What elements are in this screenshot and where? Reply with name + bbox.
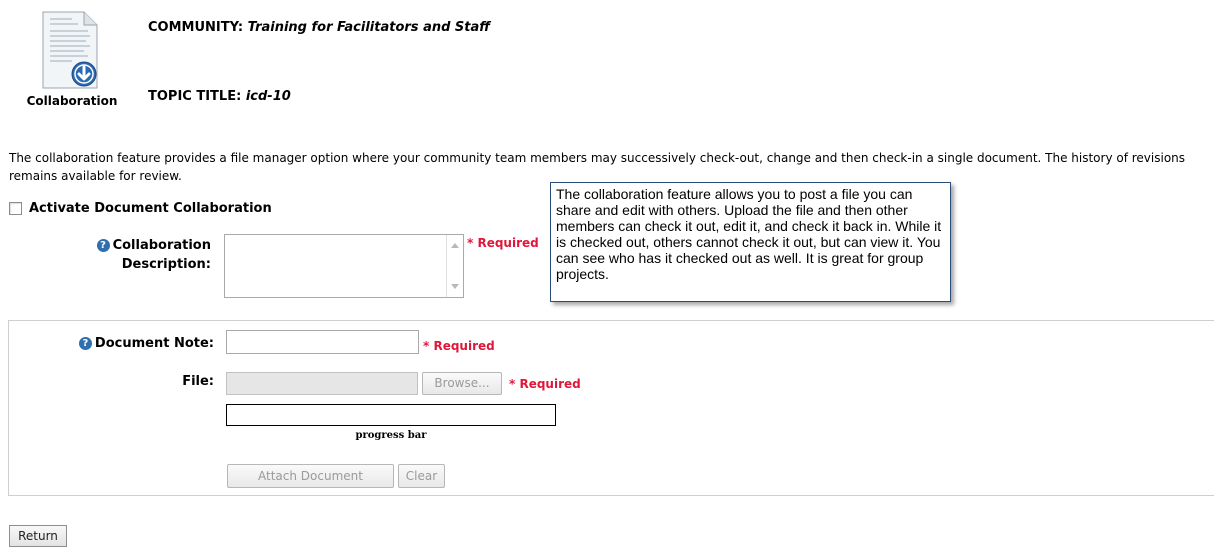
attach-document-button[interactable]: Attach Document xyxy=(227,464,394,488)
collaboration-info-callout: The collaboration feature allows you to … xyxy=(550,182,951,302)
progress-bar xyxy=(226,404,556,426)
file-required: * Required xyxy=(509,377,581,391)
file-path-input[interactable] xyxy=(226,372,418,395)
collaboration-document-icon xyxy=(42,11,98,89)
collaboration-description-required: * Required xyxy=(467,236,539,250)
topic-title-line: TOPIC TITLE: icd-10 xyxy=(148,89,291,104)
icon-caption: Collaboration xyxy=(26,94,118,108)
intro-text: The collaboration feature provides a fil… xyxy=(9,151,1186,183)
community-line: COMMUNITY: Training for Facilitators and… xyxy=(148,20,490,35)
document-note-required: * Required xyxy=(423,339,495,353)
help-icon[interactable]: ? xyxy=(96,239,110,252)
topic-title-label: TOPIC TITLE: xyxy=(148,89,242,104)
activate-collaboration-checkbox[interactable] xyxy=(9,202,22,215)
file-label: File: xyxy=(182,374,214,389)
collaboration-description-label: ? Collaboration Description: xyxy=(60,236,211,274)
community-value: Training for Facilitators and Staff xyxy=(247,20,491,35)
document-note-input[interactable] xyxy=(226,330,419,354)
community-label: COMMUNITY: xyxy=(148,20,244,35)
scroll-down-arrow-icon[interactable] xyxy=(451,284,459,289)
scroll-up-arrow-icon[interactable] xyxy=(451,243,459,248)
activate-collaboration-label: Activate Document Collaboration xyxy=(29,201,272,216)
return-button[interactable]: Return xyxy=(9,525,67,547)
document-note-label-row: ? Document Note: xyxy=(40,334,214,353)
collaboration-description-textarea[interactable] xyxy=(224,234,464,298)
activate-collaboration-row[interactable]: Activate Document Collaboration xyxy=(9,201,272,216)
topic-title-value: icd-10 xyxy=(245,89,291,104)
help-icon[interactable]: ? xyxy=(78,337,92,350)
progress-bar-label: progress bar xyxy=(355,430,427,441)
browse-button[interactable]: Browse... xyxy=(422,372,502,395)
textarea-scrollbar[interactable] xyxy=(446,235,463,297)
clear-button[interactable]: Clear xyxy=(398,464,445,488)
